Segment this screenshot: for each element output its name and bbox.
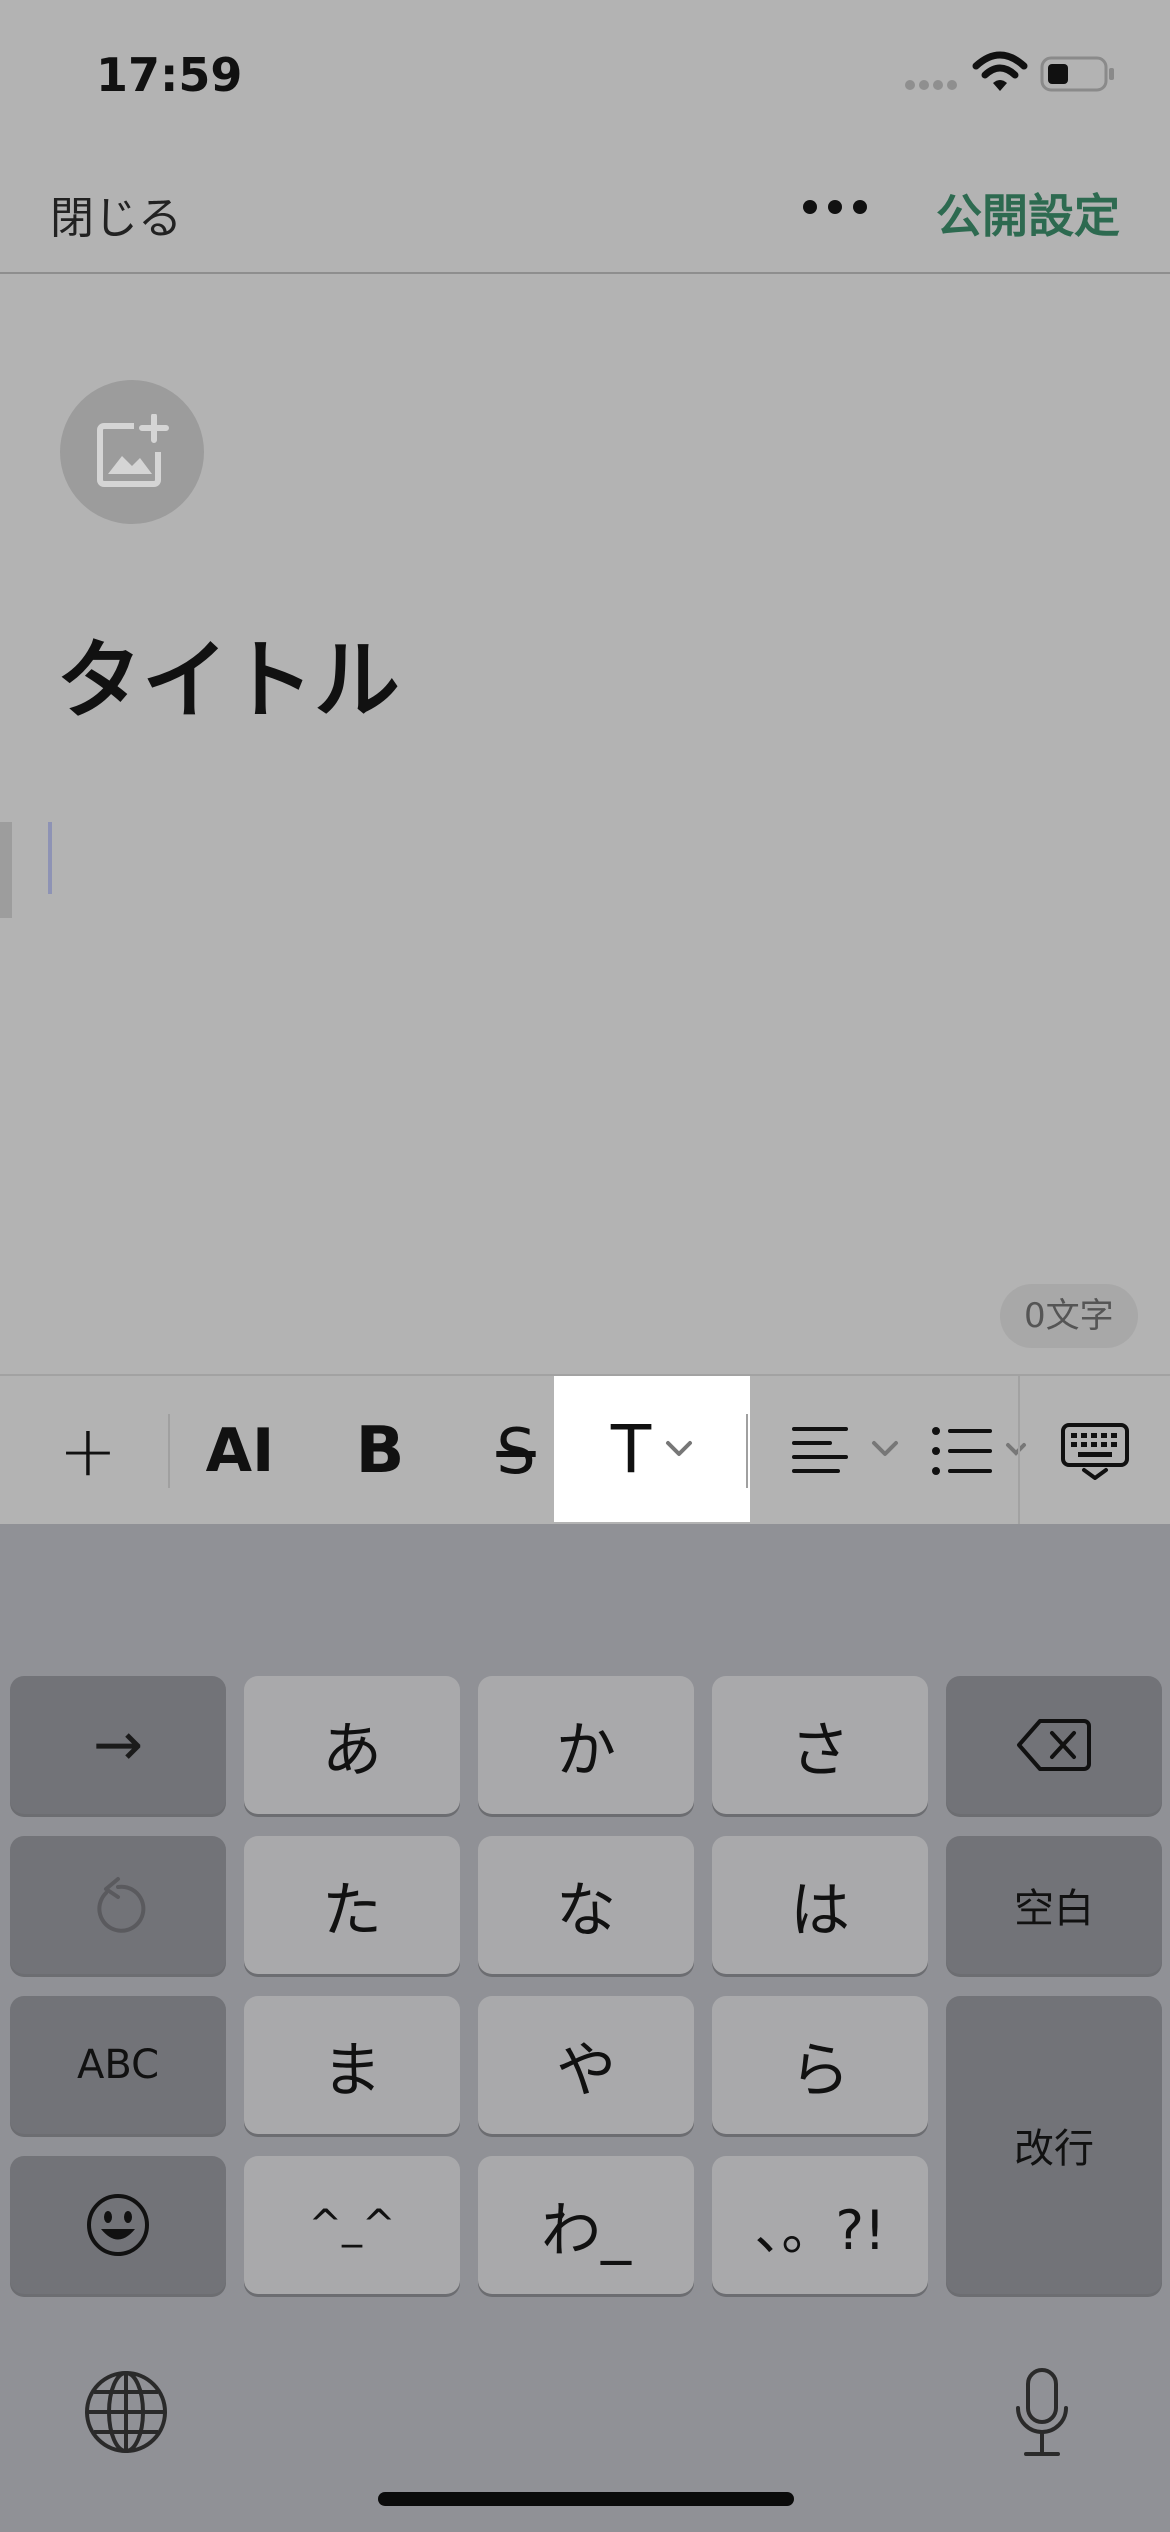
title-input[interactable]: タイトル (56, 610, 400, 735)
microphone-icon[interactable] (1012, 2366, 1072, 2460)
emoji-icon (87, 2194, 149, 2256)
key-sa[interactable]: さ (712, 1676, 928, 1814)
key-delete[interactable] (946, 1676, 1162, 1814)
key-abc[interactable]: ABC (10, 1996, 226, 2134)
character-count: 0文字 (1000, 1284, 1138, 1348)
undo-icon (97, 1877, 146, 1933)
keyboard: → あ か さ た な は 空白 ABC ま や ら 改行 ^_^ わ_ 、。?… (0, 1524, 1170, 2532)
key-punctuation[interactable]: 、。?! (712, 2156, 928, 2294)
add-image-button[interactable] (60, 380, 204, 524)
status-time: 17:59 (96, 48, 243, 102)
strikethrough-button[interactable]: S (476, 1376, 556, 1526)
key-enter[interactable]: 改行 (946, 1996, 1162, 2294)
key-ra[interactable]: ら (712, 1996, 928, 2134)
ai-button[interactable]: AI (200, 1376, 280, 1526)
toolbar-divider (1018, 1376, 1020, 1526)
paragraph-handle[interactable] (0, 822, 12, 918)
toolbar-divider (168, 1414, 170, 1488)
key-a[interactable]: あ (244, 1676, 460, 1814)
text-style-label: T (610, 1410, 652, 1488)
cellular-signal-icon (904, 78, 960, 92)
text-style-button[interactable]: T (554, 1376, 750, 1522)
key-kaomoji[interactable]: ^_^ (244, 2156, 460, 2294)
keyboard-icon (1061, 1423, 1129, 1480)
globe-icon[interactable] (82, 2368, 170, 2456)
nav-bar: 閉じる 公開設定 (0, 140, 1170, 274)
key-na[interactable]: な (478, 1836, 694, 1974)
close-button[interactable]: 閉じる (50, 182, 182, 246)
key-space[interactable]: 空白 (946, 1836, 1162, 1974)
bullet-list-icon (932, 1427, 1026, 1475)
home-indicator[interactable] (378, 2492, 794, 2506)
key-ta[interactable]: た (244, 1836, 460, 1974)
list-button[interactable] (928, 1376, 1028, 1526)
wifi-icon (972, 50, 1028, 94)
publish-settings-button[interactable]: 公開設定 (936, 180, 1120, 246)
key-emoji[interactable] (10, 2156, 226, 2294)
add-image-icon (97, 414, 169, 487)
delete-icon (1017, 1719, 1091, 1771)
formatting-toolbar: + AI B S T (0, 1374, 1170, 1526)
hide-keyboard-button[interactable] (1040, 1376, 1150, 1526)
key-ma[interactable]: ま (244, 1996, 460, 2134)
key-ha[interactable]: は (712, 1836, 928, 1974)
key-wa[interactable]: わ_ (478, 2156, 694, 2294)
insert-button[interactable]: + (40, 1376, 136, 1526)
key-next[interactable]: → (10, 1676, 226, 1814)
align-button[interactable] (790, 1376, 910, 1526)
key-ya[interactable]: や (478, 1996, 694, 2134)
bold-button[interactable]: B (340, 1376, 420, 1526)
more-options-icon[interactable] (800, 192, 870, 222)
status-bar: 17:59 (0, 0, 1170, 140)
text-caret (48, 822, 52, 894)
battery-icon (1040, 56, 1116, 92)
key-undo[interactable] (10, 1836, 226, 1974)
key-ka[interactable]: か (478, 1676, 694, 1814)
toolbar-divider (746, 1414, 748, 1488)
align-left-icon (792, 1427, 898, 1473)
chevron-down-icon (666, 1441, 693, 1456)
